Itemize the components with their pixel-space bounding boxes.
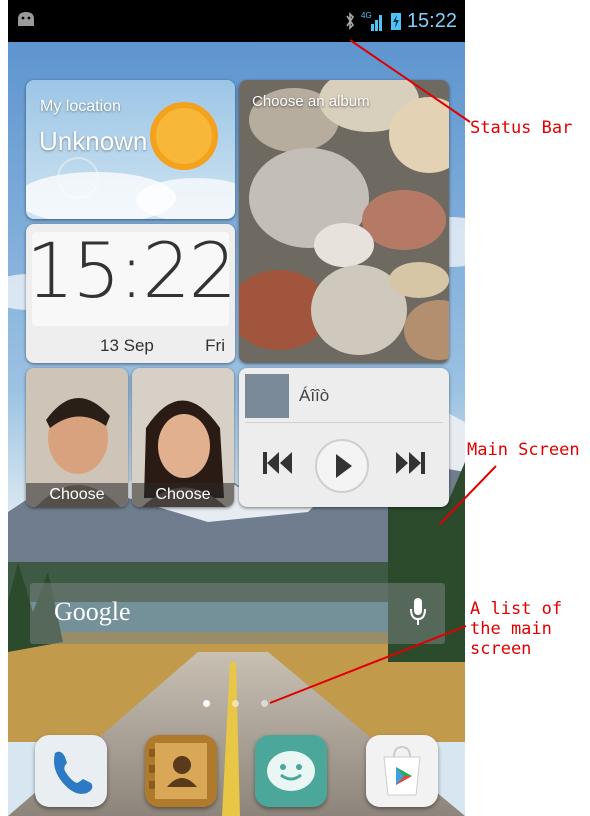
screen-list-annotation-line2: the main [470, 619, 552, 639]
screen-list-annotation-line3: screen [470, 639, 532, 659]
screen-list-annotation-line1: A list of [470, 599, 563, 619]
main-screen-annotation: Main Screen [467, 440, 580, 460]
screen-list-arrow [269, 625, 467, 704]
status-bar-arrow [349, 39, 471, 123]
main-screen-arrow [439, 465, 497, 525]
status-bar-annotation: Status Bar [470, 118, 573, 138]
